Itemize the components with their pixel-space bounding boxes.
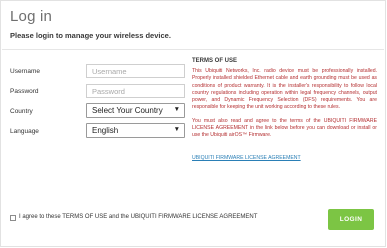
page-title: Log in xyxy=(10,8,53,25)
terms-paragraph-2: You must also read and agree to the term… xyxy=(192,117,377,139)
language-label: Language xyxy=(10,128,39,135)
terms-paragraph-1: This Ubiquiti Networks, Inc. radio devic… xyxy=(192,68,377,111)
terms-heading: TERMS OF USE xyxy=(192,58,238,64)
terms-of-use-panel: TERMS OF USE This Ubiquiti Networks, Inc… xyxy=(192,58,377,191)
language-select[interactable]: English ▼ xyxy=(86,123,185,138)
language-select-value: English xyxy=(92,126,119,135)
firmware-license-link[interactable]: UBIQUITI FIRMWARE LICENSE AGREEMENT xyxy=(192,155,301,161)
agree-label[interactable]: I agree to these TERMS OF USE and the UB… xyxy=(19,214,257,220)
chevron-down-icon: ▼ xyxy=(173,106,180,113)
country-select[interactable]: Select Your Country ▼ xyxy=(86,103,185,118)
username-input[interactable] xyxy=(86,64,185,78)
login-button[interactable]: LOGIN xyxy=(328,209,374,230)
password-label: Password xyxy=(10,88,39,95)
username-label: Username xyxy=(10,68,40,75)
agree-checkbox[interactable] xyxy=(10,215,16,221)
country-label: Country xyxy=(10,108,33,115)
country-select-value: Select Your Country xyxy=(92,106,163,115)
login-panel: Log in Please login to manage your wirel… xyxy=(0,0,386,247)
chevron-down-icon: ▼ xyxy=(173,126,180,133)
password-input[interactable] xyxy=(86,84,185,98)
header-divider xyxy=(2,49,384,50)
page-subtitle: Please login to manage your wireless dev… xyxy=(10,31,171,40)
